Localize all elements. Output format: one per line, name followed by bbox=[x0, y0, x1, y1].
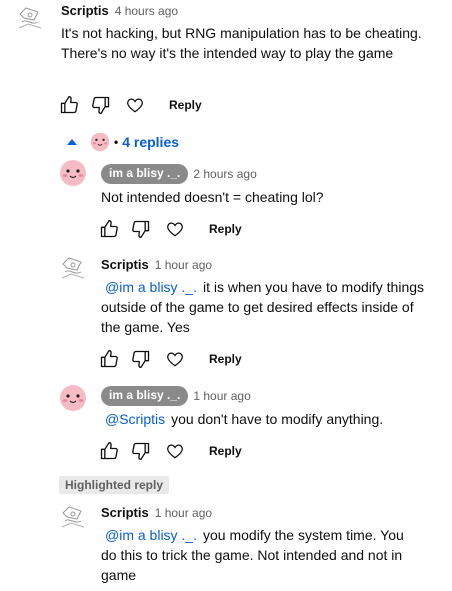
comment-timestamp[interactable]: 4 hours ago bbox=[115, 4, 178, 18]
mention-link[interactable]: @im a blisy ._. bbox=[105, 527, 197, 543]
replies-count[interactable]: 4 replies bbox=[122, 134, 179, 150]
comment-body: you don't have to modify anything. bbox=[171, 411, 384, 427]
mention-link[interactable]: @im a blisy ._. bbox=[105, 279, 197, 295]
comment-text: It's not hacking, but RNG manipulation h… bbox=[61, 25, 422, 61]
thumbs-down-icon[interactable] bbox=[131, 349, 151, 369]
avatar-scriptis-sketch[interactable] bbox=[59, 254, 87, 282]
heart-icon[interactable] bbox=[165, 219, 185, 239]
comment-author[interactable]: Scriptis bbox=[101, 257, 149, 272]
comment-author[interactable]: Scriptis bbox=[61, 3, 109, 18]
comment-timestamp[interactable]: 2 hours ago bbox=[193, 167, 256, 181]
thumbs-down-icon[interactable] bbox=[131, 441, 151, 461]
avatar-blisy[interactable] bbox=[59, 159, 87, 187]
reply-button[interactable]: Reply bbox=[209, 444, 242, 458]
comment-actions: Reply bbox=[99, 217, 242, 241]
thumbs-up-icon[interactable] bbox=[59, 95, 79, 115]
comment-author[interactable]: Scriptis bbox=[101, 505, 149, 520]
comment-author-pill[interactable]: im a blisy ._. bbox=[101, 386, 189, 406]
comment-text: @im a blisy ._. you modify the system tim… bbox=[101, 525, 413, 585]
replies-toggle[interactable]: • 4 replies bbox=[67, 132, 179, 152]
heart-icon[interactable] bbox=[165, 349, 185, 369]
reply-button[interactable]: Reply bbox=[169, 98, 202, 112]
heart-icon[interactable] bbox=[125, 95, 145, 115]
comment-author-pill[interactable]: im a blisy ._. bbox=[101, 164, 189, 184]
reply-button[interactable]: Reply bbox=[209, 352, 242, 366]
comment-text: @Scriptis you don't have to modify anythi… bbox=[101, 409, 435, 429]
thumbs-down-icon[interactable] bbox=[131, 219, 151, 239]
avatar-blisy[interactable] bbox=[59, 384, 87, 412]
highlighted-reply-badge: Highlighted reply bbox=[59, 476, 170, 494]
thumbs-down-icon[interactable] bbox=[91, 95, 111, 115]
comment-actions: Reply bbox=[99, 439, 242, 463]
thumbs-up-icon[interactable] bbox=[99, 219, 119, 239]
thumbs-up-icon[interactable] bbox=[99, 441, 119, 461]
heart-icon[interactable] bbox=[165, 441, 185, 461]
comment-header: Scriptis 1 hour ago bbox=[101, 257, 212, 272]
comment-actions: Reply bbox=[59, 93, 202, 117]
caret-up-icon bbox=[67, 139, 77, 145]
comment-actions: Reply bbox=[99, 347, 242, 371]
dot-separator: • bbox=[114, 135, 119, 149]
avatar-scriptis-sketch[interactable] bbox=[59, 503, 87, 531]
avatar-scriptis-sketch[interactable] bbox=[16, 4, 44, 32]
comment-header: Scriptis 1 hour ago bbox=[101, 505, 212, 520]
comment-header: im a blisy ._. 2 hours ago bbox=[101, 164, 257, 184]
comment-timestamp[interactable]: 1 hour ago bbox=[155, 506, 212, 520]
comment-timestamp[interactable]: 1 hour ago bbox=[155, 258, 212, 272]
comment-text: Not intended doesn't = cheating lol? bbox=[101, 189, 324, 205]
comment-header: im a blisy ._. 1 hour ago bbox=[101, 386, 251, 406]
avatar-blisy-small bbox=[90, 132, 110, 152]
comment-header: Scriptis 4 hours ago bbox=[61, 3, 178, 18]
thumbs-up-icon[interactable] bbox=[99, 349, 119, 369]
comment-timestamp[interactable]: 1 hour ago bbox=[193, 389, 250, 403]
mention-link[interactable]: @Scriptis bbox=[105, 411, 165, 427]
comment-text: @im a blisy ._. it is when you have to mo… bbox=[101, 277, 435, 337]
reply-button[interactable]: Reply bbox=[209, 222, 242, 236]
